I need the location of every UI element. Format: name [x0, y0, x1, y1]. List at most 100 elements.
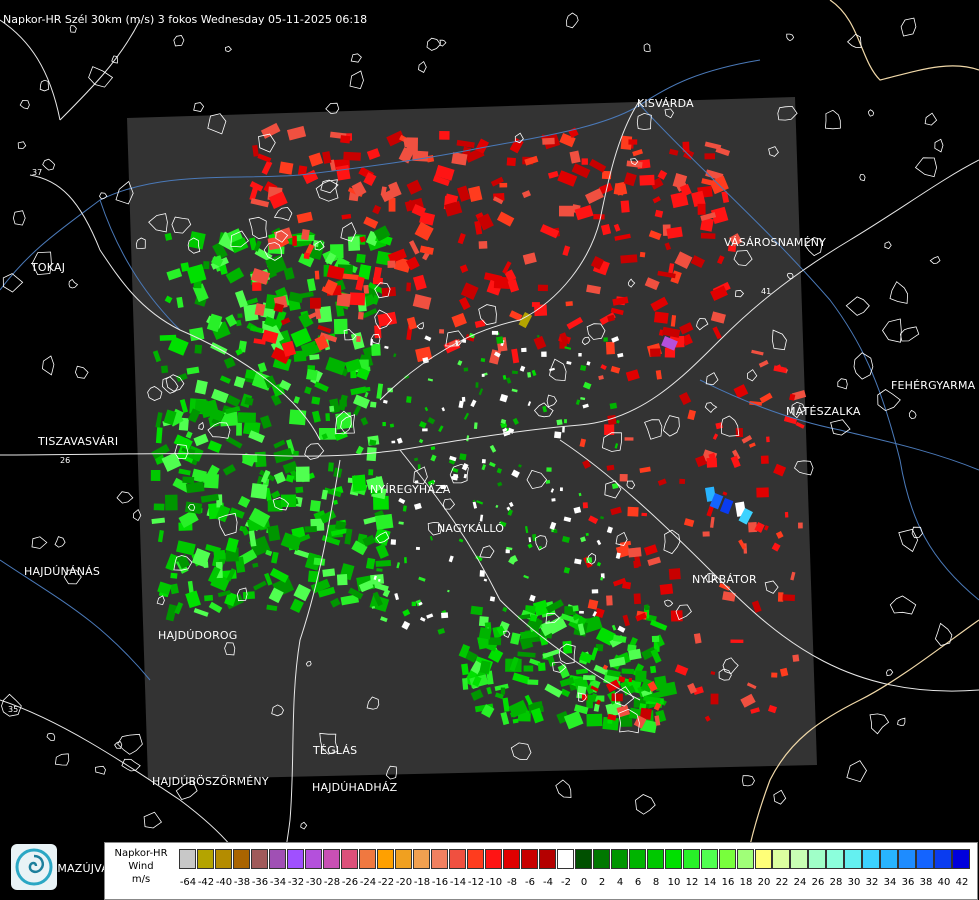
echo-cell [628, 139, 638, 145]
settlement-outline [68, 278, 79, 289]
echo-cell [318, 427, 337, 440]
settlement-outline [566, 12, 579, 29]
echo-cell [622, 581, 632, 590]
settlement-outline [350, 53, 362, 63]
legend-swatch [592, 849, 610, 869]
echo-cell [365, 386, 371, 392]
settlement-outline [830, 419, 851, 436]
settlement-outline [439, 39, 447, 47]
echo-cell [242, 591, 256, 600]
echo-cell [479, 570, 485, 577]
echo-cell [475, 382, 479, 388]
echo-cell [372, 277, 383, 285]
echo-cell [378, 579, 381, 582]
echo-cell [537, 334, 540, 338]
legend-swatch [682, 849, 700, 869]
settlement-outline [846, 760, 867, 783]
echo-cell [481, 459, 486, 464]
legend-swatch [664, 849, 682, 869]
echo-cell [554, 431, 562, 439]
echo-cell [309, 499, 321, 512]
legend-swatch [628, 849, 646, 869]
settlement-outline [889, 595, 917, 615]
echo-cell [511, 370, 518, 375]
settlement-outline [898, 528, 919, 553]
echo-cell [587, 599, 599, 610]
legend-tick: 6 [634, 877, 642, 888]
echo-cell [537, 284, 549, 292]
legend-tick: -8 [507, 877, 517, 888]
road-number-37: 37 [32, 168, 43, 177]
echo-cell [506, 157, 516, 167]
settlement-outline [17, 141, 27, 149]
settlement-outline [869, 713, 890, 735]
settlement-outline [924, 112, 938, 126]
legend-tick: -64 [179, 877, 197, 888]
settlement-outline [143, 811, 163, 829]
legend-tick: -42 [197, 877, 215, 888]
legend-swatch [844, 849, 862, 869]
echo-cell [700, 232, 716, 239]
echo-cell [582, 502, 588, 509]
legend-tick: 38 [919, 877, 933, 888]
echo-cell [439, 329, 445, 334]
echo-cell [609, 402, 618, 410]
echo-cell [704, 153, 716, 160]
echo-cell [551, 498, 556, 502]
echo-cell [782, 594, 796, 602]
place-hajdudorog: HAJDÚDOROG [158, 629, 238, 642]
legend-tick: -34 [269, 877, 287, 888]
echo-cell [339, 399, 347, 407]
echo-cell [329, 405, 335, 413]
legend-swatch [376, 849, 395, 869]
echo-cell [411, 601, 416, 607]
settlement-outline [193, 102, 205, 112]
settlement-outline [934, 622, 953, 646]
echo-cell [784, 511, 789, 518]
legend-swatch [322, 849, 341, 869]
echo-cell [500, 687, 506, 695]
settlement-outline [555, 779, 572, 798]
echo-cell [621, 668, 635, 675]
echo-cell [620, 200, 630, 213]
place-hajdunanas: HAJDÚNÁNÁS [24, 565, 101, 578]
legend-tick: 24 [793, 877, 807, 888]
legend-tick: -40 [215, 877, 233, 888]
echo-cell [556, 419, 563, 426]
settlement-outline [95, 765, 106, 775]
legend-swatch [466, 849, 485, 869]
echo-cell [760, 455, 769, 464]
legend-tick: -4 [543, 877, 553, 888]
echo-cell [579, 610, 584, 614]
echo-cell [521, 347, 527, 353]
legend-tick: -24 [359, 877, 377, 888]
echo-cell [347, 236, 361, 251]
echo-cell [335, 164, 351, 181]
echo-cell [527, 679, 539, 685]
echo-cell [289, 409, 307, 426]
settlement-outline [845, 296, 870, 316]
echo-cell [586, 713, 603, 727]
echo-cell [406, 282, 412, 292]
place-fehergyarmat: FEHÉRGYARMA [891, 379, 976, 392]
road-number-41: 41 [761, 287, 772, 296]
echo-cell [451, 152, 468, 166]
echo-cell [170, 572, 178, 579]
legend-swatch [340, 849, 359, 869]
legend-title: Napkor-HR Wind m/s [105, 847, 177, 886]
echo-cell [306, 369, 318, 381]
settlement-outline [224, 46, 232, 53]
settlement-outline [908, 409, 917, 420]
settlement-outline [837, 378, 848, 390]
echo-cell [160, 365, 169, 374]
legend-swatch [286, 849, 305, 869]
echo-cell [605, 341, 615, 355]
echo-cell [194, 344, 203, 354]
place-tokaj: TOKAJ [31, 261, 66, 274]
settlement-outline [742, 775, 755, 787]
echo-cell [628, 677, 633, 683]
legend-tick: -36 [251, 877, 269, 888]
settlement-outline [121, 758, 141, 772]
echo-cell [624, 437, 634, 441]
echo-cell [313, 557, 326, 566]
